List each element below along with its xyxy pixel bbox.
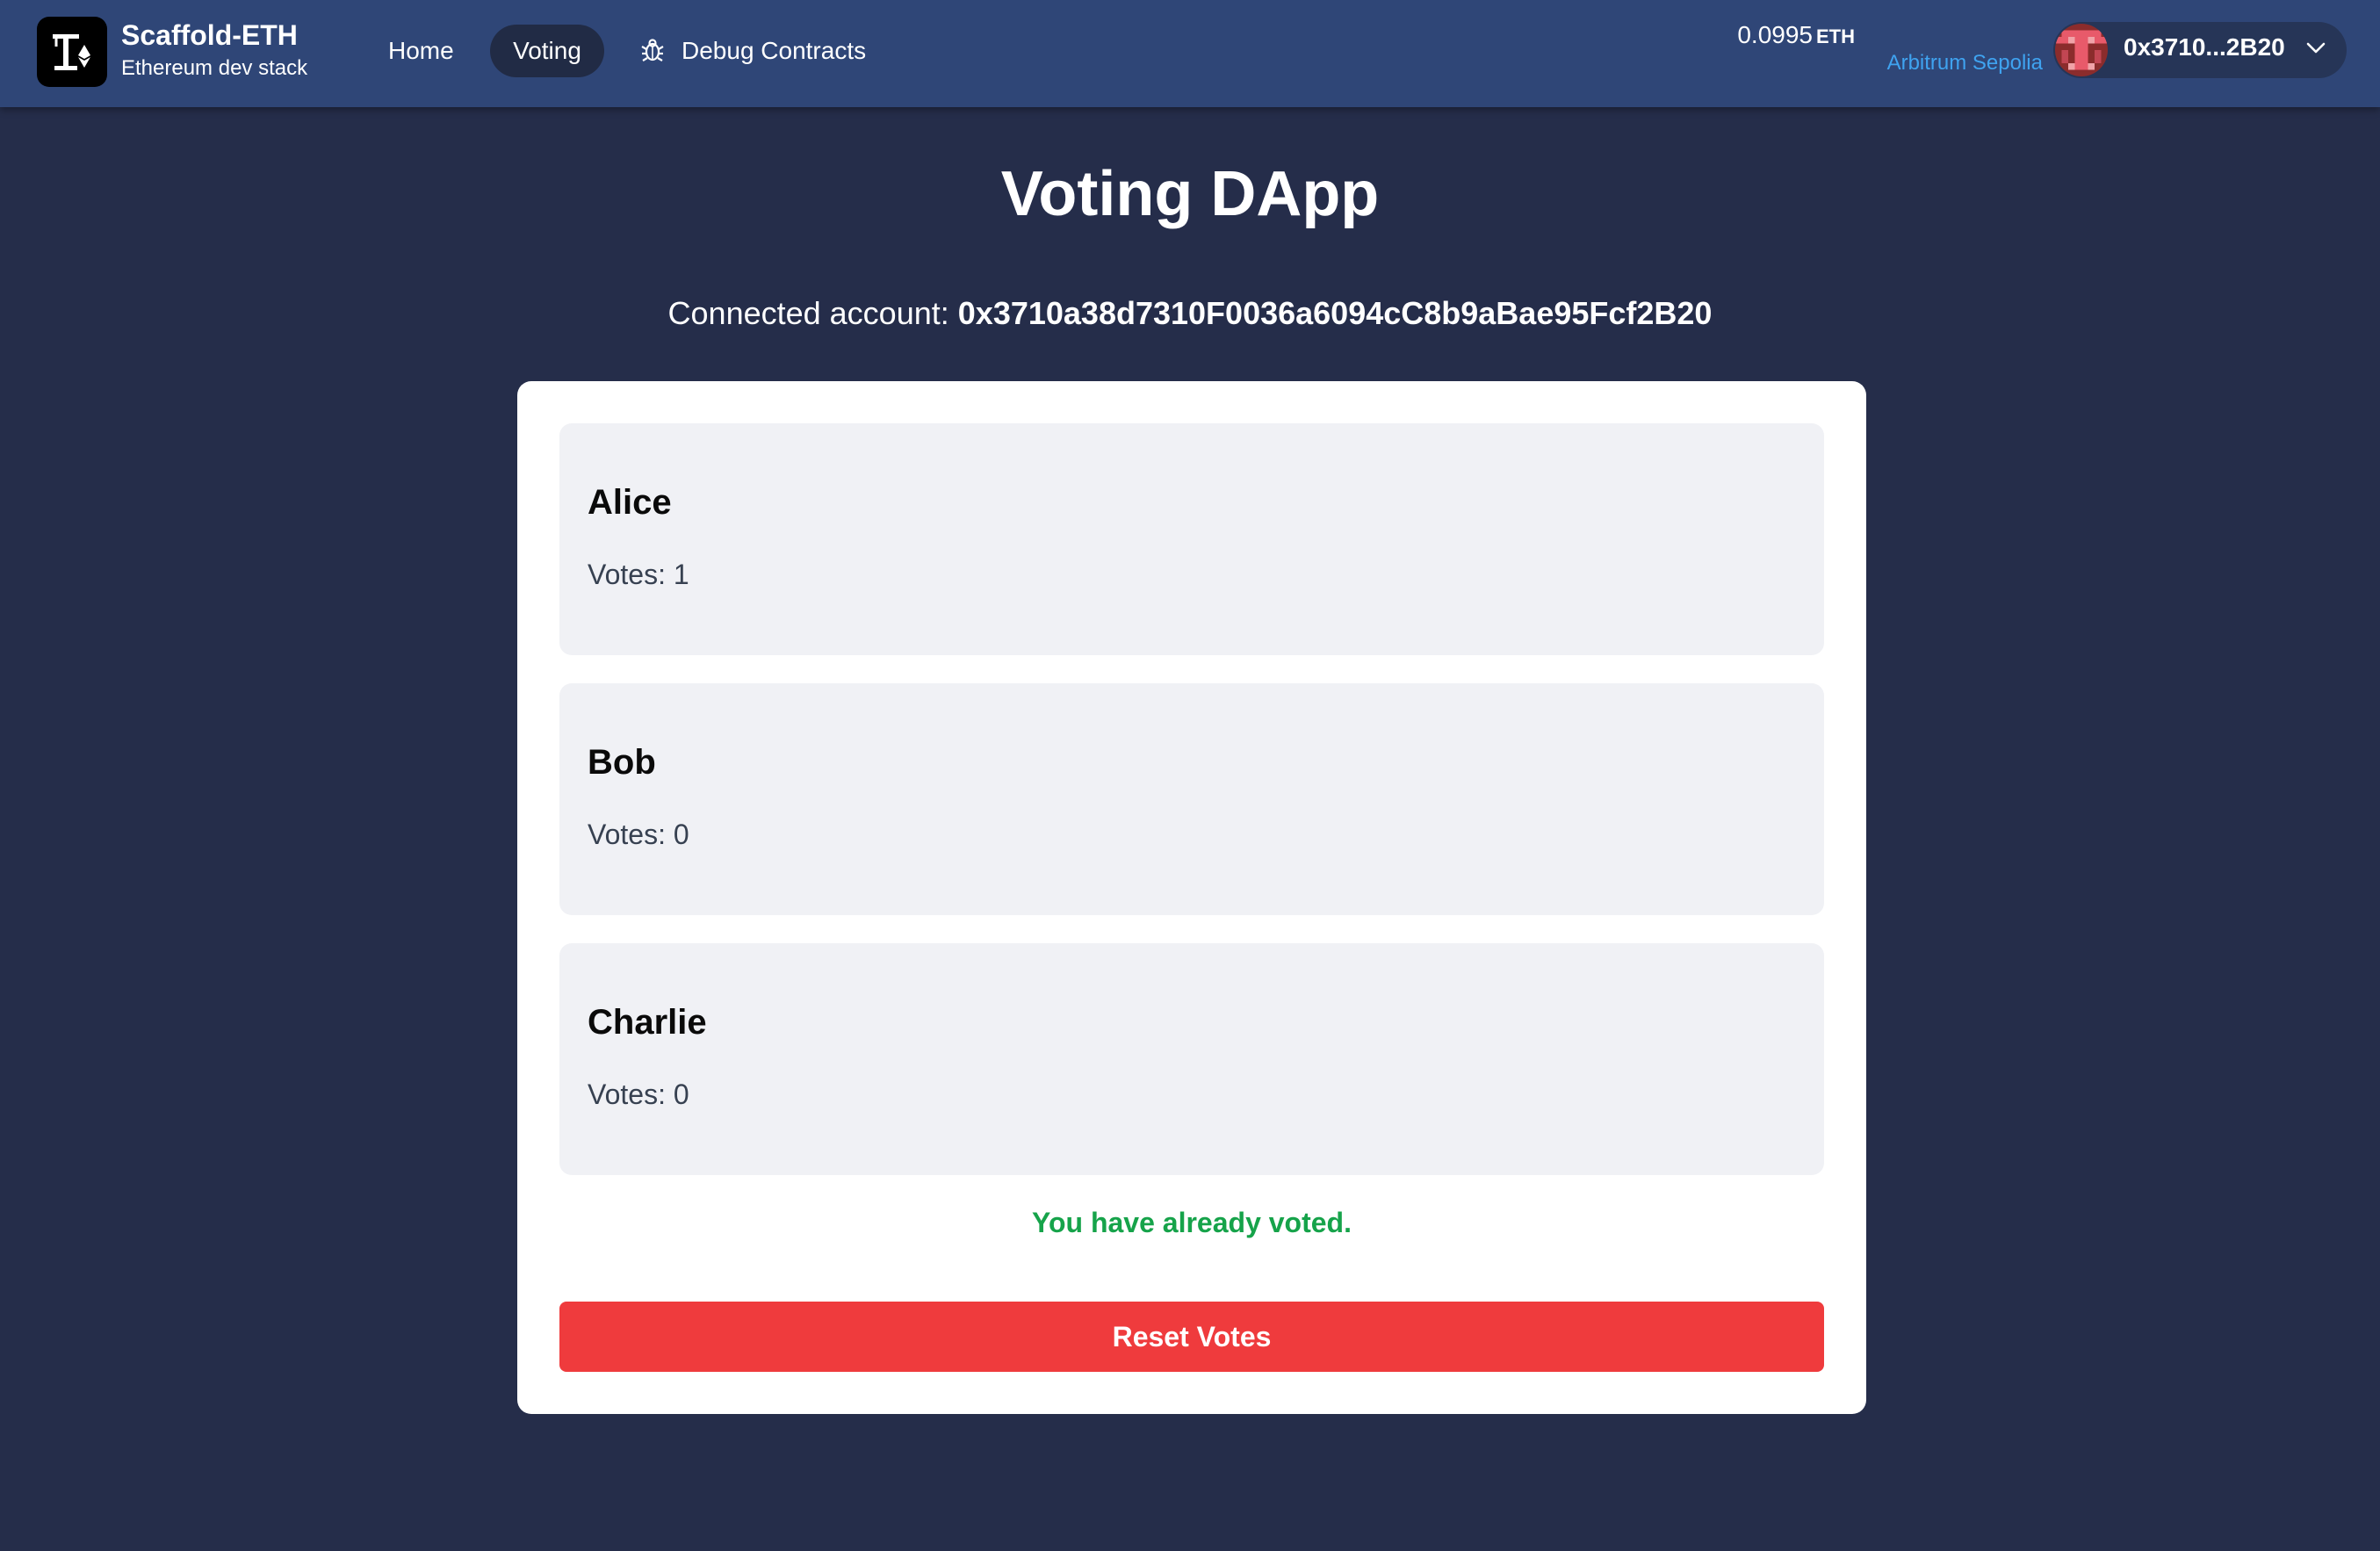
candidate-card[interactable]: Charlie Votes: 0 xyxy=(559,943,1824,1175)
nav-voting-link[interactable]: Voting xyxy=(490,25,604,77)
already-voted-message: You have already voted. xyxy=(1032,1207,1352,1238)
chevron-down-icon[interactable] xyxy=(2306,42,2326,54)
connected-account-label: Connected account: xyxy=(667,295,949,331)
balance-value: 0.0995 xyxy=(1737,21,1813,48)
blockie-avatar-icon xyxy=(2055,24,2108,76)
candidate-name: Alice xyxy=(588,483,672,522)
candidate-votes: Votes: 0 xyxy=(588,819,689,850)
candidate-name: Charlie xyxy=(588,1003,707,1042)
nav-debug-contracts-link[interactable]: Debug Contracts xyxy=(639,25,866,77)
voting-card: Alice Votes: 1 Bob Votes: 0 Charlie Vote… xyxy=(517,381,1866,1414)
nav-home-link[interactable]: Home xyxy=(388,25,454,77)
bug-icon xyxy=(641,39,664,61)
candidate-card[interactable]: Alice Votes: 1 xyxy=(559,423,1824,655)
brand-subtitle: Ethereum dev stack xyxy=(121,56,308,80)
candidate-card[interactable]: Bob Votes: 0 xyxy=(559,683,1824,915)
reset-votes-button[interactable]: Reset Votes xyxy=(559,1302,1824,1372)
connected-account-address: 0x3710a38d7310F0036a6094cC8b9aBae95Fcf2B… xyxy=(957,295,1713,331)
connected-account: Connected account: 0x3710a38d7310F0036a6… xyxy=(0,295,2380,332)
network-name: Arbitrum Sepolia xyxy=(1886,51,2043,75)
top-navbar: Scaffold-ETH Ethereum dev stack Home Vot… xyxy=(0,0,2380,107)
wallet-address: 0x3710...2B20 xyxy=(2124,33,2285,61)
page-title: Voting DApp xyxy=(1000,159,1380,229)
candidate-votes: Votes: 1 xyxy=(588,559,689,590)
brand-title: Scaffold-ETH xyxy=(121,19,298,51)
candidate-votes: Votes: 0 xyxy=(588,1078,689,1110)
nav-debug-label: Debug Contracts xyxy=(682,37,867,64)
balance-unit: ETH xyxy=(1816,25,1855,47)
scaffold-logo-icon[interactable] xyxy=(37,17,107,87)
candidate-name: Bob xyxy=(588,743,656,782)
eth-balance[interactable]: 0.0995 ETH xyxy=(1737,21,1855,49)
